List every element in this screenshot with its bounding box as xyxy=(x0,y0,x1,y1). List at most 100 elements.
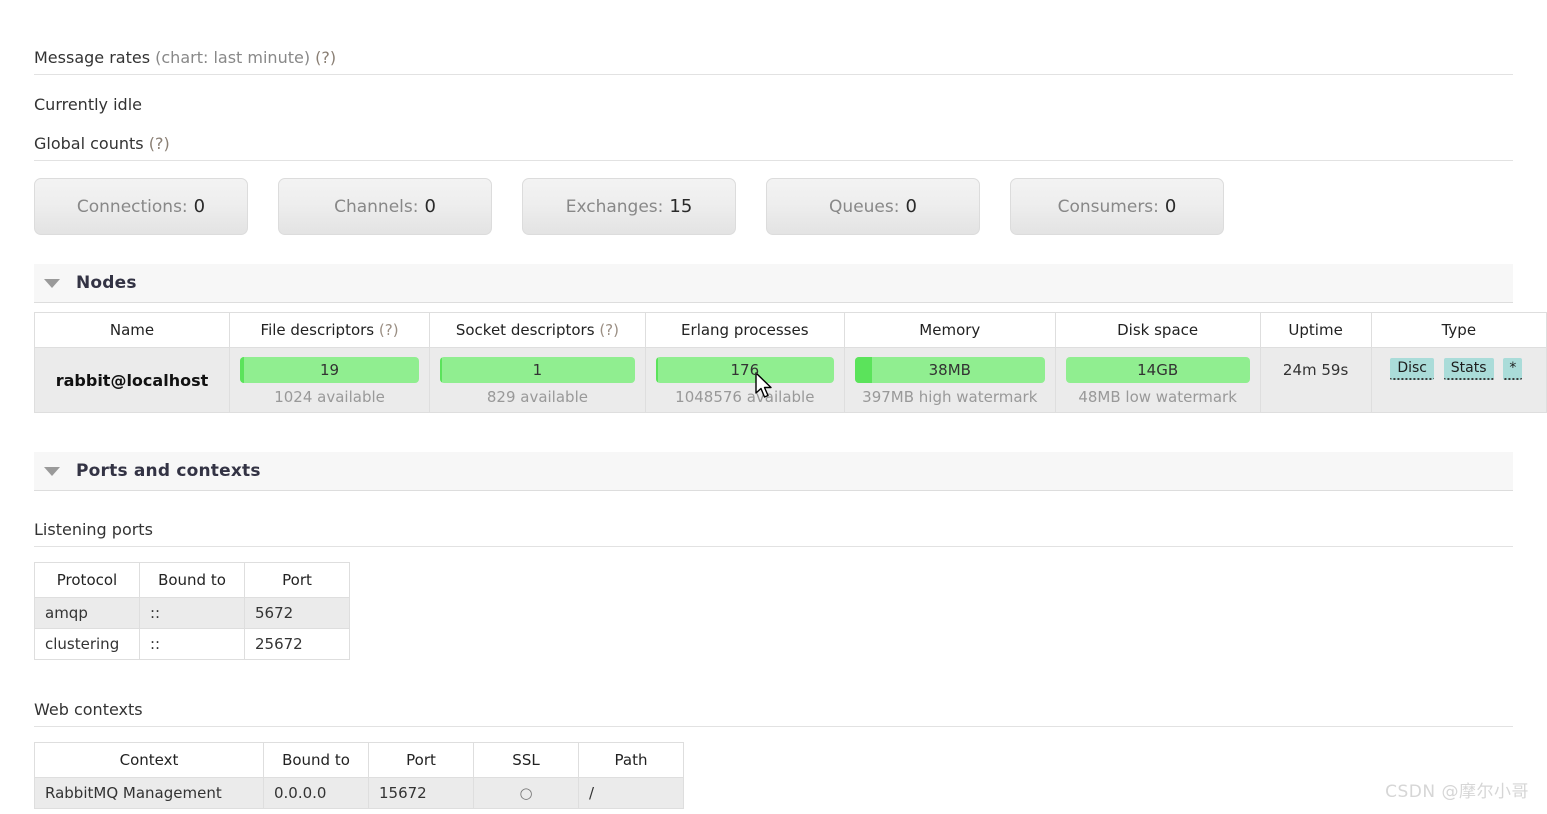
badge-stats[interactable]: Stats xyxy=(1443,358,1494,380)
node-name[interactable]: rabbit@localhost xyxy=(34,347,230,413)
col-disk-space: Disk space xyxy=(1054,312,1261,348)
chevron-down-icon[interactable] xyxy=(44,278,60,288)
col-bound-to: Bound to xyxy=(139,562,245,598)
ports-section-header[interactable]: Ports and contexts xyxy=(34,452,1513,491)
count-value: 0 xyxy=(905,196,917,217)
count-pill-connections[interactable]: Connections: 0 xyxy=(34,178,248,235)
disk-space-gauge: 14GB xyxy=(1065,357,1250,383)
count-pill-exchanges[interactable]: Exchanges: 15 xyxy=(522,178,736,235)
port-number: 5672 xyxy=(244,597,350,629)
listening-ports-heading: Listening ports xyxy=(34,520,1513,547)
global-counts-title: Global counts xyxy=(34,134,144,153)
col-label: Disk space xyxy=(1117,321,1199,339)
context-bound-to: 0.0.0.0 xyxy=(263,777,369,809)
col-help-link[interactable]: (?) xyxy=(599,321,619,339)
col-label: Type xyxy=(1441,321,1477,339)
col-label: Name xyxy=(109,321,155,339)
count-label: Connections: xyxy=(76,196,188,217)
context-ssl-indicator: ○ xyxy=(473,777,579,809)
gauge-value: 176 xyxy=(730,361,760,379)
col-type: Type xyxy=(1370,312,1547,348)
gauge-fill xyxy=(239,357,244,383)
message-rates-help-link[interactable]: (?) xyxy=(315,48,336,67)
gauge-fill xyxy=(854,357,872,383)
chevron-down-icon[interactable] xyxy=(44,466,60,476)
idle-status-text: Currently idle xyxy=(34,95,142,114)
count-label: Exchanges: xyxy=(565,196,664,217)
global-counts-help-link[interactable]: (?) xyxy=(149,134,170,153)
gauge-value: 19 xyxy=(320,361,340,379)
port-bound-to: :: xyxy=(139,597,245,629)
message-rates-subtitle: (chart: last minute) xyxy=(155,48,311,67)
memory-gauge: 38MB xyxy=(854,357,1045,383)
message-rates-title: Message rates xyxy=(34,48,151,67)
col-port: Port xyxy=(368,742,474,778)
count-value: 15 xyxy=(669,196,693,217)
count-value: 0 xyxy=(424,196,436,217)
node-uptime: 24m 59s xyxy=(1259,347,1372,413)
node-socket-descriptors: 1 829 available xyxy=(429,347,646,413)
gauge-fill xyxy=(655,357,658,383)
table-header-row: Name File descriptors (?) Socket descrip… xyxy=(34,312,1547,348)
gauge-subtext: 1048576 available xyxy=(675,388,815,406)
col-port: Port xyxy=(244,562,350,598)
gauge-subtext: 1024 available xyxy=(274,388,385,406)
node-disk-space: 14GB 48MB low watermark xyxy=(1054,347,1261,413)
count-pill-queues[interactable]: Queues: 0 xyxy=(766,178,980,235)
file-descriptors-gauge: 19 xyxy=(239,357,420,383)
badge-disc[interactable]: Disc xyxy=(1390,358,1434,380)
context-name: RabbitMQ Management xyxy=(34,777,264,809)
message-rates-heading: Message rates (chart: last minute) (?) xyxy=(34,48,1513,75)
context-path: / xyxy=(578,777,684,809)
col-file-descriptors: File descriptors (?) xyxy=(228,312,431,348)
table-row: rabbit@localhost 19 1024 available 1 829… xyxy=(34,347,1547,413)
col-label: Memory xyxy=(919,321,981,339)
count-value: 0 xyxy=(193,196,206,217)
ports-section-title: Ports and contexts xyxy=(76,461,261,481)
node-file-descriptors: 19 1024 available xyxy=(228,347,431,413)
count-label: Queues: xyxy=(829,196,900,217)
col-label: File descriptors xyxy=(260,321,375,339)
gauge-subtext: 397MB high watermark xyxy=(862,388,1038,406)
table-row: clustering :: 25672 xyxy=(34,628,350,660)
context-port: 15672 xyxy=(368,777,474,809)
web-contexts-table: Context Bound to Port SSL Path RabbitMQ … xyxy=(34,742,684,809)
col-context: Context xyxy=(34,742,264,778)
socket-descriptors-gauge: 1 xyxy=(440,357,635,383)
table-header-row: Context Bound to Port SSL Path xyxy=(34,742,684,778)
nodes-section-header[interactable]: Nodes xyxy=(34,264,1513,303)
count-pill-channels[interactable]: Channels: 0 xyxy=(278,178,492,235)
count-value: 0 xyxy=(1164,196,1177,217)
global-counts-heading: Global counts (?) xyxy=(34,134,1513,161)
overview-page: Message rates (chart: last minute) (?) C… xyxy=(0,0,1547,814)
gauge-subtext: 829 available xyxy=(486,388,588,406)
gauge-value: 1 xyxy=(532,361,543,379)
badge-star[interactable]: * xyxy=(1503,358,1523,380)
table-row: amqp :: 5672 xyxy=(34,597,350,629)
nodes-section-title: Nodes xyxy=(76,273,137,293)
col-bound-to: Bound to xyxy=(263,742,369,778)
col-help-link[interactable]: (?) xyxy=(379,321,399,339)
col-memory: Memory xyxy=(843,312,1056,348)
global-counts-list: Connections: 0 Channels: 0 Exchanges: 15… xyxy=(34,178,1224,235)
count-label: Channels: xyxy=(334,196,419,217)
gauge-value: 38MB xyxy=(928,361,971,379)
nodes-table: Name File descriptors (?) Socket descrip… xyxy=(34,312,1547,413)
port-bound-to: :: xyxy=(139,628,245,660)
col-label: Erlang processes xyxy=(681,321,809,339)
col-protocol: Protocol xyxy=(34,562,140,598)
table-header-row: Protocol Bound to Port xyxy=(34,562,350,598)
port-protocol: clustering xyxy=(34,628,140,660)
node-erlang-processes: 176 1048576 available xyxy=(644,347,845,413)
gauge-value: 14GB xyxy=(1137,361,1179,379)
col-name: Name xyxy=(34,312,230,348)
node-memory: 38MB 397MB high watermark xyxy=(843,347,1056,413)
gauge-fill xyxy=(440,357,443,383)
col-label: Socket descriptors xyxy=(455,321,595,339)
table-row: RabbitMQ Management 0.0.0.0 15672 ○ / xyxy=(34,777,684,809)
count-pill-consumers[interactable]: Consumers: 0 xyxy=(1010,178,1224,235)
port-number: 25672 xyxy=(244,628,350,660)
col-socket-descriptors: Socket descriptors (?) xyxy=(429,312,646,348)
col-path: Path xyxy=(578,742,684,778)
col-uptime: Uptime xyxy=(1259,312,1372,348)
